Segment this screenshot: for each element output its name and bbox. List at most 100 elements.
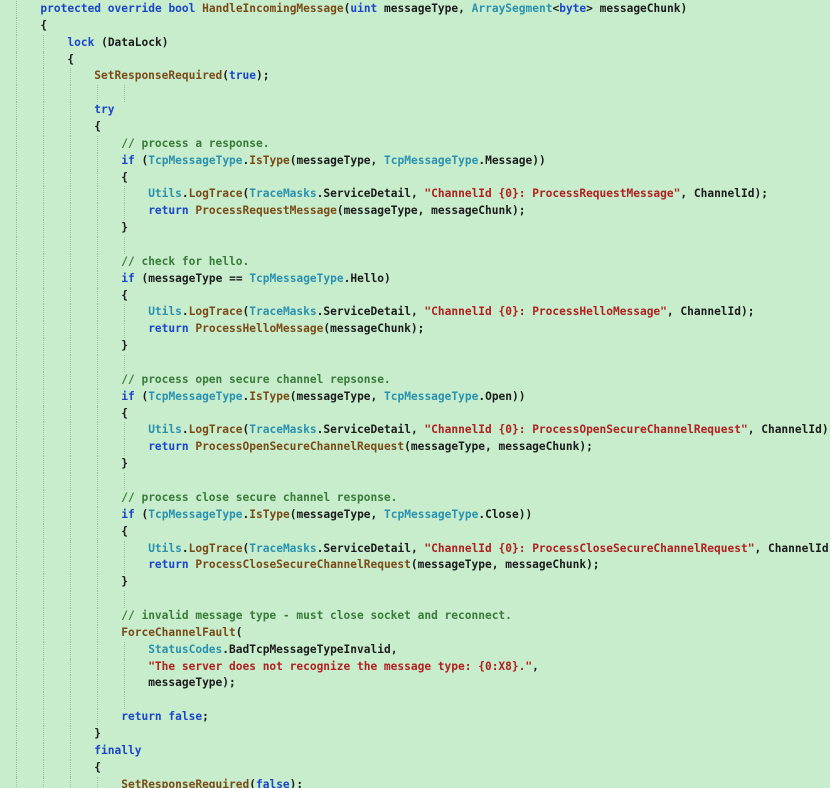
indent-guide: [15, 725, 17, 743]
code-token-mth: LogTrace: [188, 187, 243, 201]
code-token-punc: ,: [754, 541, 768, 555]
code-token-ws: [0, 339, 121, 352]
code-token-ws: [0, 558, 148, 571]
indent-guide: [15, 1, 17, 18]
indent-guide: [42, 709, 44, 726]
indent-guide: [15, 624, 17, 642]
indent-guide: [15, 102, 17, 120]
code-line: return ProcessCloseSecureChannelRequest(…: [0, 557, 830, 575]
code-token-ws: [0, 508, 121, 521]
code-line: return ProcessHelloMessage(messageChunk)…: [0, 321, 830, 339]
indent-guide: [96, 85, 98, 103]
code-token-cls: StatusCodes: [148, 642, 223, 656]
code-line: }: [0, 456, 830, 474]
indent-guide: [15, 152, 17, 170]
code-token-punc: {: [121, 406, 128, 420]
indent-guide: [96, 203, 98, 221]
indent-guide: [96, 641, 98, 659]
indent-guide: [96, 489, 98, 507]
code-token-ws: [0, 305, 148, 318]
code-line: // process open secure channel repsonse.: [0, 371, 830, 389]
code-token-ws: [0, 660, 148, 673]
indent-guide: [42, 237, 44, 254]
code-token-ident: messageType: [296, 507, 371, 521]
code-token-ws: [0, 53, 67, 66]
indent-guide: [42, 51, 44, 69]
code-token-mth: LogTrace: [188, 305, 243, 319]
indent-guide: [42, 759, 44, 777]
code-token-ws: [0, 289, 121, 302]
code-token-kw: return: [148, 322, 189, 336]
indent-guide: [15, 51, 17, 69]
code-token-str: "The server does not recognize the messa…: [148, 659, 533, 673]
code-token-punc: }: [94, 726, 102, 740]
code-token-prop: ServiceDetail: [323, 305, 411, 319]
code-token-cmt: // invalid message type - must close soc…: [121, 608, 512, 622]
code-token-ws: [0, 761, 94, 774]
indent-guide: [69, 422, 71, 440]
code-editor[interactable]: protected override bool HandleIncomingMe…: [0, 0, 830, 788]
indent-guide: [42, 338, 44, 356]
code-token-punc: .: [181, 423, 189, 437]
indent-guide: [69, 742, 71, 760]
indent-guide: [69, 102, 71, 120]
indent-guide: [69, 658, 71, 676]
indent-guide: [69, 388, 71, 406]
code-token-cls: Utils: [148, 305, 182, 319]
code-line: Utils.LogTrace(TraceMasks.ServiceDetail,…: [0, 422, 830, 440]
code-token-punc: .: [181, 305, 189, 319]
indent-guide: [42, 355, 44, 372]
code-token-ident: messageType: [148, 676, 223, 690]
code-token-punc: (: [249, 777, 256, 788]
indent-guide: [123, 641, 125, 659]
code-token-ident: ChannelId: [680, 305, 742, 319]
code-token-ws: [0, 390, 121, 403]
code-token-prop: ServiceDetail: [323, 423, 411, 437]
code-token-punc: ,: [666, 305, 681, 319]
indent-guide: [15, 237, 17, 254]
indent-guide: [15, 776, 17, 788]
indent-guide: [96, 439, 98, 457]
code-token-ident: messageType: [148, 271, 223, 285]
code-token-punc: );: [255, 69, 270, 83]
code-token-ws: [0, 154, 121, 167]
indent-guide: [42, 540, 44, 558]
code-token-punc: (: [235, 625, 243, 639]
indent-guide: [69, 574, 71, 592]
indent-guide: [15, 220, 17, 238]
indent-guide: [15, 439, 17, 457]
code-token-ws: [0, 525, 121, 538]
code-token-punc: );: [410, 322, 425, 336]
code-token-kw: bool: [168, 2, 196, 15]
indent-guide: [15, 371, 17, 389]
code-token-punc: ,: [680, 187, 694, 201]
indent-guide: [42, 388, 44, 406]
indent-guide: [15, 473, 17, 490]
code-token-ident: messageChunk: [498, 440, 580, 454]
code-token-cls: TraceMasks: [249, 423, 317, 437]
code-token-ident: messageChunk: [330, 322, 411, 336]
code-token-ws: [0, 626, 121, 639]
indent-guide: [69, 473, 71, 490]
code-token-ws: [0, 120, 94, 133]
code-token-mth: ProcessHelloMessage: [195, 322, 324, 336]
indent-guide: [69, 776, 71, 788]
code-token-mth: IsType: [249, 389, 290, 403]
code-token-prop: Hello: [350, 271, 385, 285]
code-token-ws: [0, 69, 94, 82]
indent-guide: [69, 405, 71, 423]
indent-guide: [42, 169, 44, 187]
indent-guide: [15, 34, 17, 52]
indent-guide: [123, 186, 125, 204]
code-token-str: "ChannelId {0}: ProcessRequestMessage": [424, 187, 681, 201]
indent-guide: [15, 388, 17, 406]
indent-guide: [96, 574, 98, 592]
indent-guide: [123, 85, 125, 103]
code-token-punc: );: [741, 305, 755, 319]
code-token-cls: TcpMessageType: [148, 507, 243, 521]
code-token-punc: {: [40, 18, 48, 32]
indent-guide: [69, 237, 71, 254]
indent-guide: [96, 287, 98, 305]
code-token-punc: .: [181, 187, 189, 201]
code-token-cmt: // check for hello.: [121, 254, 250, 268]
